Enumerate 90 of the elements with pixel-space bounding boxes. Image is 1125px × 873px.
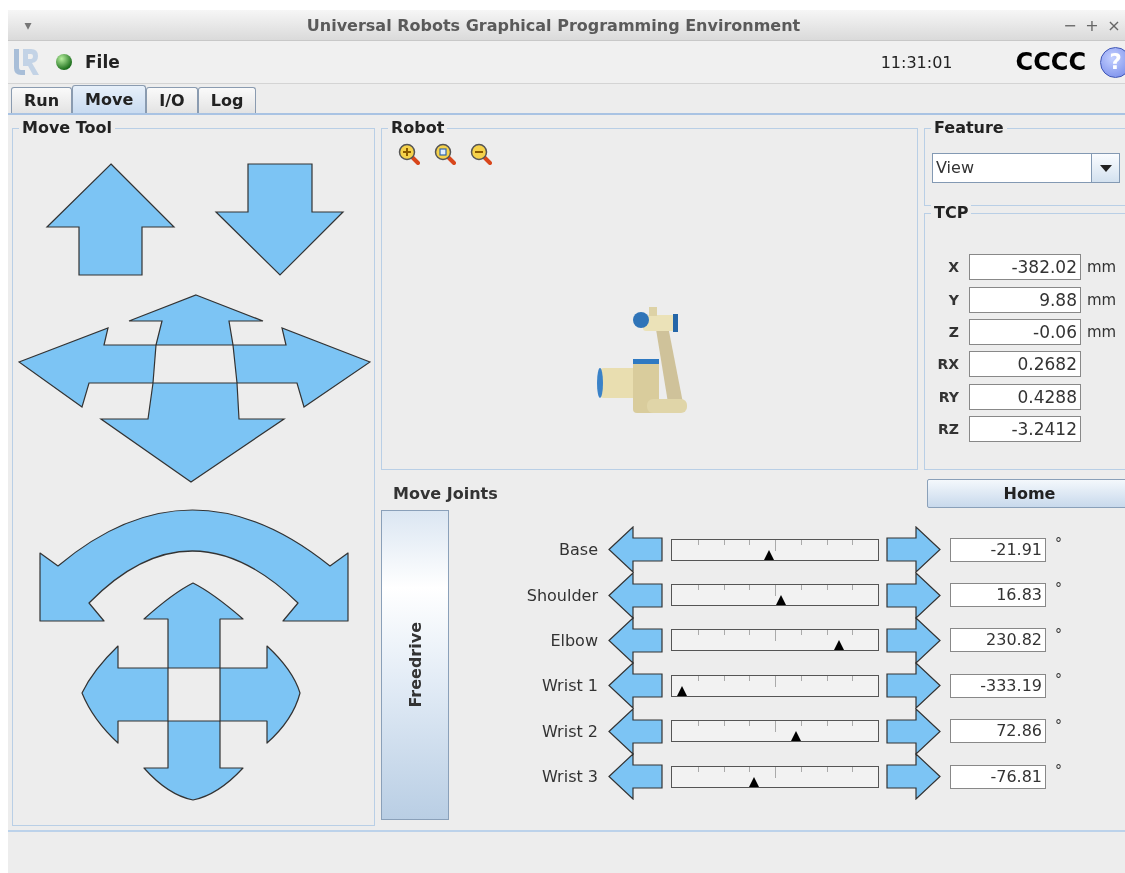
right-arrow-button[interactable] <box>886 526 941 574</box>
unit-label: ° <box>1055 625 1062 642</box>
right-arrow-button[interactable] <box>886 707 941 755</box>
joint-slider[interactable] <box>671 584 879 607</box>
coordinate-field[interactable]: -0.06 <box>969 318 1081 345</box>
joint-value-field[interactable]: -76.81 <box>950 764 1046 789</box>
freedrive-button[interactable]: Freedrive <box>381 510 449 820</box>
joint-value-field[interactable]: 16.83 <box>950 583 1046 608</box>
coordinate-field[interactable]: 9.88 <box>969 286 1081 313</box>
joint-value-field[interactable]: 230.82 <box>950 628 1046 653</box>
down-arrow-button[interactable] <box>214 163 345 276</box>
unit-label: ° <box>1055 580 1062 597</box>
tab[interactable]: Log <box>197 87 257 113</box>
window-menu-caret[interactable]: ▾ <box>8 17 48 33</box>
right-arrow-button[interactable] <box>219 645 301 744</box>
slider-thumb[interactable] <box>749 776 760 787</box>
forward-arrow-button[interactable] <box>128 294 264 346</box>
coordinate-label: RX <box>936 356 959 373</box>
joint-label: Shoulder <box>525 585 598 605</box>
unit-label: ° <box>1055 761 1062 778</box>
unit-label: mm <box>1087 290 1117 309</box>
unit-label: ° <box>1055 716 1062 733</box>
home-button[interactable]: Home <box>927 478 1125 508</box>
left-arrow-button[interactable] <box>608 707 663 755</box>
joint-label: Wrist 3 <box>541 767 598 787</box>
joint-label: Wrist 1 <box>541 676 598 696</box>
joint-slider[interactable] <box>671 720 879 743</box>
joint-slider[interactable] <box>671 674 879 697</box>
unit-label: mm <box>1087 322 1117 341</box>
joint-value-field[interactable]: -333.19 <box>950 673 1046 698</box>
slider-thumb[interactable] <box>833 640 844 651</box>
slider-thumb[interactable] <box>763 549 774 560</box>
feature-dropdown[interactable]: View <box>932 153 1120 183</box>
joint-label: Elbow <box>549 630 598 650</box>
unit-label: ° <box>1055 535 1062 551</box>
slider-thumb[interactable] <box>790 731 801 742</box>
left-arrow-button[interactable] <box>608 662 663 710</box>
right-arrow-button[interactable] <box>886 617 941 664</box>
right-arrow-button[interactable] <box>886 753 941 801</box>
coordinate-label: X <box>947 259 959 276</box>
joint-value-field[interactable]: -21.91 <box>950 537 1046 562</box>
coordinate-label: Y <box>947 291 959 308</box>
slider-thumb[interactable] <box>677 685 688 696</box>
joint-label: Base <box>558 540 598 560</box>
coordinate-label: Z <box>947 323 959 340</box>
tab[interactable]: I/O <box>146 87 198 113</box>
right-arrow-button[interactable] <box>886 662 941 710</box>
coordinate-field[interactable]: -3.2412 <box>969 416 1081 443</box>
minimize-button[interactable]: − <box>1059 15 1081 35</box>
left-arrow-button[interactable] <box>608 753 663 801</box>
down-arrow-button[interactable] <box>143 720 244 801</box>
maximize-button[interactable]: + <box>1081 15 1103 35</box>
backward-arrow-button[interactable] <box>99 382 286 483</box>
joint-slider[interactable] <box>671 765 879 788</box>
up-arrow-button[interactable] <box>143 582 244 669</box>
left-arrow-button[interactable] <box>608 526 663 574</box>
joint-slider[interactable] <box>671 629 879 652</box>
logo-icon <box>11 46 41 78</box>
slider-thumb[interactable] <box>776 595 787 606</box>
tab[interactable]: Move <box>72 85 147 113</box>
unit-label: ° <box>1055 671 1062 688</box>
zoom-fit-icon[interactable] <box>434 143 456 165</box>
robot-name: CCCC <box>1015 48 1086 76</box>
clock: 11:31:01 <box>880 52 953 72</box>
right-arrow-button[interactable] <box>232 327 372 408</box>
unit-label: mm <box>1087 258 1117 277</box>
joint-label: Wrist 2 <box>541 721 598 741</box>
zoom-in-icon[interactable] <box>398 143 420 165</box>
left-arrow-button[interactable] <box>608 571 663 619</box>
rotate-arrow-button[interactable] <box>39 509 349 622</box>
left-arrow-button[interactable] <box>81 645 169 744</box>
dropdown-caret-icon <box>1099 164 1112 172</box>
zoom-out-icon[interactable] <box>470 143 492 165</box>
window-title: Universal Robots Graphical Programming Environment <box>305 15 802 35</box>
tab[interactable]: Run <box>11 87 73 113</box>
joint-value-field[interactable]: 72.86 <box>950 719 1046 744</box>
up-arrow-button[interactable] <box>45 163 176 276</box>
left-arrow-button[interactable] <box>17 327 157 408</box>
section-title: Move Joints <box>393 483 498 503</box>
left-arrow-button[interactable] <box>608 617 663 664</box>
coordinate-label: RY <box>937 388 959 405</box>
file-menu[interactable]: File <box>85 52 120 72</box>
coordinate-field[interactable]: -382.02 <box>969 254 1081 281</box>
joint-slider[interactable] <box>671 538 879 561</box>
coordinate-label: RZ <box>937 421 959 438</box>
coordinate-field[interactable]: 0.2682 <box>969 351 1081 378</box>
coordinate-field[interactable]: 0.4288 <box>969 383 1081 410</box>
close-button[interactable]: × <box>1103 15 1125 35</box>
status-light-icon <box>55 53 73 71</box>
right-arrow-button[interactable] <box>886 571 941 619</box>
